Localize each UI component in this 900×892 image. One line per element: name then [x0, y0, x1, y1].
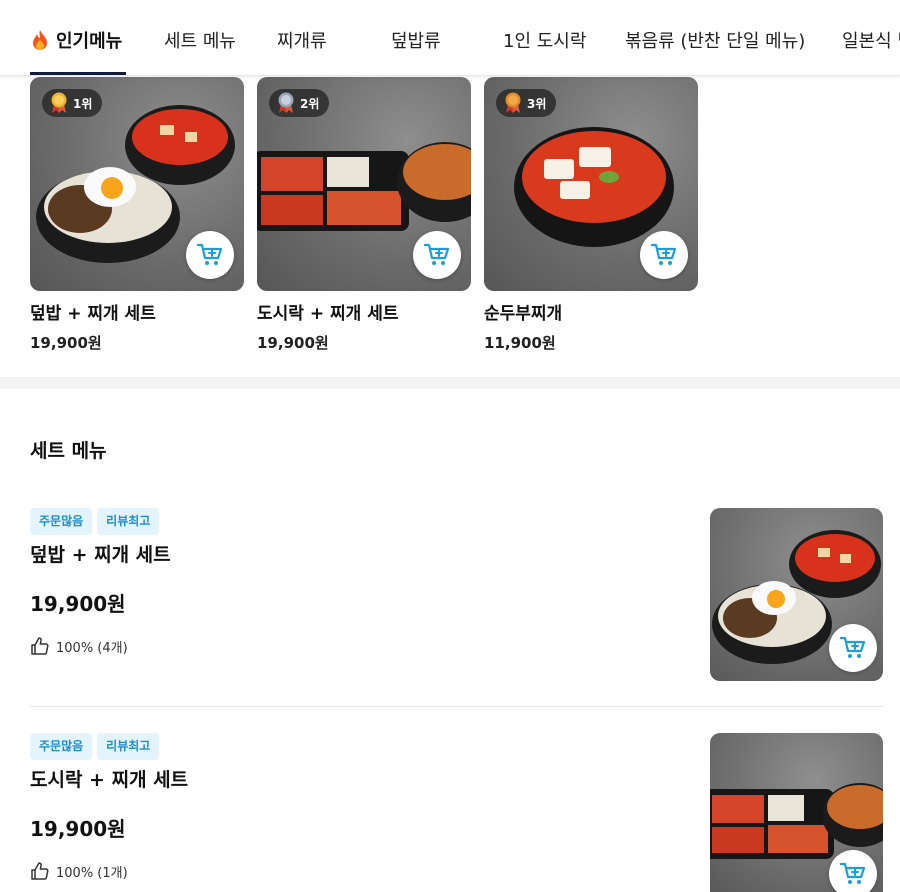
menu-price: 19,900원: [30, 334, 102, 352]
add-to-cart-button[interactable]: [186, 231, 234, 279]
menu-name: 도시락 + 찌개 세트: [257, 304, 399, 324]
badge-best-review: 리뷰최고: [97, 733, 160, 760]
tab-set-menu[interactable]: 세트 메뉴: [164, 28, 236, 56]
add-to-cart-button[interactable]: [413, 231, 461, 279]
section-divider: [0, 377, 900, 389]
active-tab-indicator: [30, 72, 126, 75]
badge-best-review: 리뷰최고: [97, 508, 160, 535]
cart-plus-icon: [839, 862, 866, 884]
popular-menu-list: 1위 덮밥 + 찌개 세트 19,900원 2위 도시락 + 찌개 세트 19,…: [0, 76, 900, 377]
cart-plus-icon: [196, 243, 223, 265]
tab-popular[interactable]: 인기메뉴: [30, 28, 122, 56]
food-image[interactable]: 3위: [484, 77, 698, 291]
rating-text: 100% (1개): [56, 865, 128, 881]
tab-rice-bowl[interactable]: 덮밥류: [391, 28, 441, 56]
food-image[interactable]: [710, 508, 883, 681]
rank-badge: 1위: [42, 89, 103, 117]
medal-icon: [51, 92, 67, 113]
tab-label: 1인 도시락: [503, 31, 587, 52]
tab-label: 볶음류 (반찬 단일 메뉴): [625, 31, 806, 52]
tab-label: 세트 메뉴: [164, 31, 236, 52]
menu-name: 순두부찌개: [484, 304, 563, 324]
rating-text: 100% (4개): [56, 640, 128, 656]
tab-label: 일본식 덮밥: [842, 31, 900, 52]
tab-stew[interactable]: 찌개류: [277, 28, 327, 56]
tab-stir-fry[interactable]: 볶음류 (반찬 단일 메뉴): [625, 28, 805, 56]
menu-name: 덮밥 + 찌개 세트: [30, 304, 156, 324]
rank-label: 3위: [527, 96, 547, 111]
cart-plus-icon: [839, 636, 866, 658]
rank-badge: 3위: [496, 89, 557, 117]
popular-card[interactable]: 3위 순두부찌개 11,900원: [484, 77, 698, 353]
food-image[interactable]: 1위: [30, 77, 244, 291]
thumbs-up-icon: [31, 862, 49, 880]
add-to-cart-button[interactable]: [829, 624, 877, 672]
add-to-cart-button[interactable]: [640, 231, 688, 279]
popular-card[interactable]: 2위 도시락 + 찌개 세트 19,900원: [257, 77, 471, 353]
menu-price: 19,900원: [257, 334, 329, 352]
thumbs-up-icon: [31, 637, 49, 655]
medal-icon: [278, 92, 294, 113]
cart-plus-icon: [423, 243, 450, 265]
section-title: 세트 메뉴: [30, 440, 107, 462]
tab-label: 찌개류: [277, 31, 327, 52]
food-image[interactable]: 2위: [257, 77, 471, 291]
flame-icon: [33, 30, 47, 50]
menu-price: 11,900원: [484, 334, 556, 352]
category-tab-bar: 인기메뉴 세트 메뉴 찌개류 덮밥류 1인 도시락 볶음류 (반찬 단일 메뉴)…: [0, 0, 900, 76]
food-image[interactable]: [710, 733, 883, 892]
list-divider: [30, 706, 883, 707]
rank-label: 2위: [300, 96, 320, 111]
tab-label: 덮밥류: [391, 31, 441, 52]
cart-plus-icon: [650, 243, 677, 265]
popular-card[interactable]: 1위 덮밥 + 찌개 세트 19,900원: [30, 77, 244, 353]
menu-list-item[interactable]: 주문많음 리뷰최고 덮밥 + 찌개 세트 19,900원 100% (4개): [30, 508, 883, 688]
rank-label: 1위: [73, 96, 93, 111]
tab-label: 인기메뉴: [56, 31, 123, 52]
tab-japanese-bowl[interactable]: 일본식 덮밥: [842, 28, 900, 56]
add-to-cart-button[interactable]: [829, 850, 877, 892]
rank-badge: 2위: [269, 89, 330, 117]
menu-list-item[interactable]: 주문많음 리뷰최고 도시락 + 찌개 세트 19,900원 100% (1개): [30, 733, 883, 892]
tab-single-lunchbox[interactable]: 1인 도시락: [503, 28, 586, 56]
badge-popular-order: 주문많음: [30, 508, 93, 535]
badge-popular-order: 주문많음: [30, 733, 93, 760]
medal-icon: [505, 92, 521, 113]
